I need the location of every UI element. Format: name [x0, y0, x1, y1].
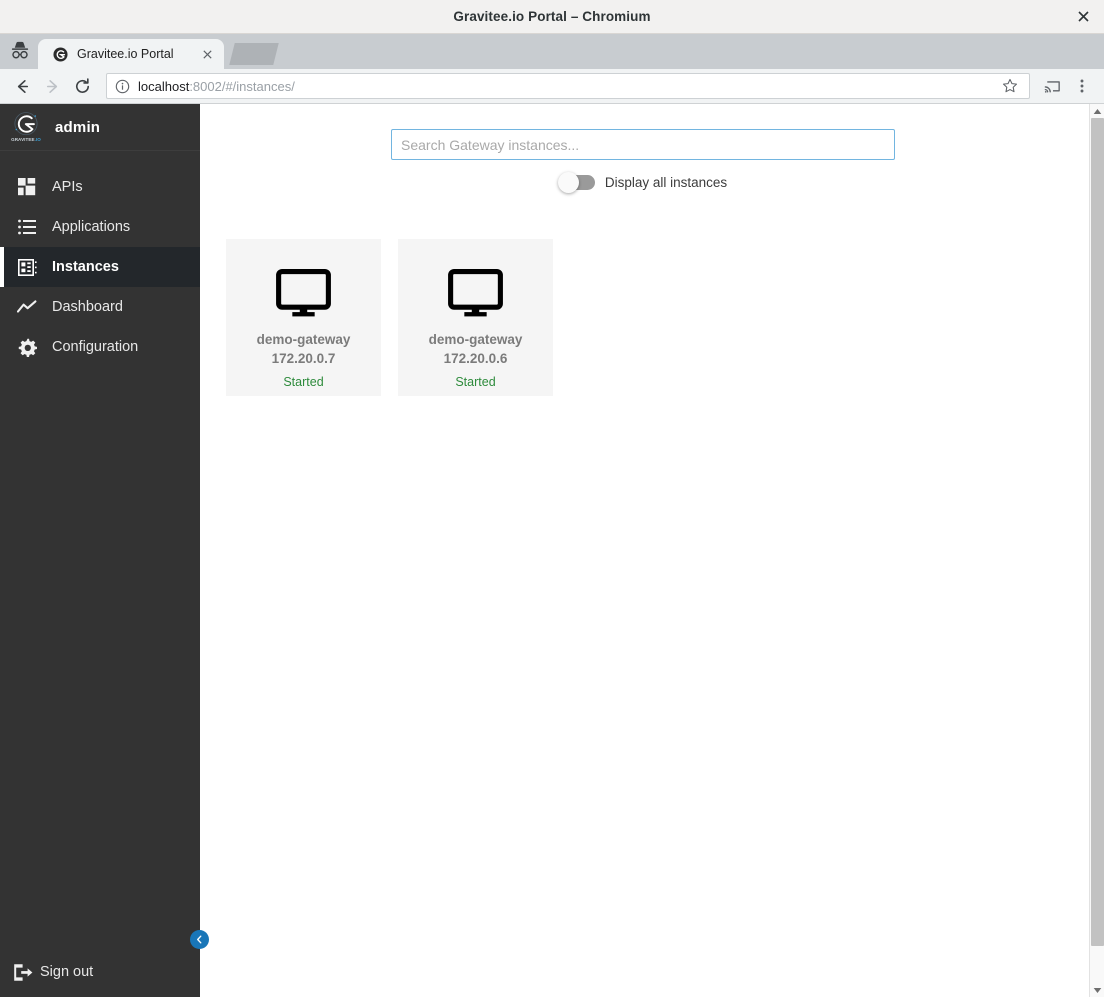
sidebar-item-dashboard[interactable]: Dashboard [0, 287, 200, 327]
back-button[interactable] [8, 72, 36, 100]
main-content: Display all instances demo-gateway 172.2… [200, 104, 1104, 997]
sidebar-item-configuration[interactable]: Configuration [0, 327, 200, 367]
instances-grid: demo-gateway 172.20.0.7 Started demo-gat… [226, 239, 1104, 396]
sidebar-item-label: APIs [52, 179, 83, 195]
sidebar-nav: APIs Applications Instances Dashboard Co… [0, 151, 200, 367]
sidebar-item-label: Instances [52, 259, 119, 275]
instances-panel-icon [16, 256, 38, 278]
chevron-left-icon [197, 935, 202, 944]
page-info-icon[interactable] [115, 79, 130, 94]
current-user-label: admin [55, 118, 101, 136]
instance-ip: 172.20.0.6 [443, 351, 508, 366]
monitor-icon [276, 268, 331, 322]
window-title: Gravitee.io Portal – Chromium [453, 9, 651, 24]
bookmark-star-icon [1002, 78, 1018, 93]
sidebar-item-apis[interactable]: APIs [0, 167, 200, 207]
instance-card[interactable]: demo-gateway 172.20.0.7 Started [226, 239, 381, 396]
reload-icon [75, 77, 89, 93]
gear-icon [16, 336, 38, 358]
logout-icon [12, 961, 34, 983]
three-dot-menu-icon [1080, 79, 1084, 93]
gravitee-favicon [52, 46, 68, 62]
incognito-indicator[interactable] [0, 34, 40, 69]
browser-toolbar: localhost:8002/#/instances/ [0, 69, 1104, 104]
instance-ip: 172.20.0.7 [271, 351, 336, 366]
forward-button[interactable] [38, 72, 66, 100]
display-all-instances-toggle[interactable] [557, 172, 595, 193]
bookmark-button[interactable] [999, 75, 1021, 97]
display-all-instances-label: Display all instances [604, 175, 728, 190]
trending-line-icon [16, 296, 38, 318]
sign-out-button[interactable]: Sign out [0, 961, 200, 997]
cast-button[interactable] [1038, 72, 1066, 100]
search-container [391, 129, 895, 160]
page-scrollbar[interactable] [1089, 104, 1104, 997]
window-close-button[interactable] [1072, 6, 1094, 28]
monitor-icon [448, 268, 503, 322]
url-text: localhost:8002/#/instances/ [138, 79, 991, 94]
page-viewport: GRAVITEE.IO admin APIs Applications Inst… [0, 104, 1104, 997]
instance-card[interactable]: demo-gateway 172.20.0.6 Started [398, 239, 553, 396]
app-sidebar: GRAVITEE.IO admin APIs Applications Inst… [0, 104, 209, 997]
search-input[interactable] [391, 129, 895, 160]
sidebar-item-instances[interactable]: Instances [0, 247, 200, 287]
browser-tabstrip: Gravitee.io Portal [0, 34, 1104, 69]
scroll-up-arrow-icon [1093, 108, 1101, 114]
incognito-hat-icon [11, 41, 29, 58]
sidebar-item-applications[interactable]: Applications [0, 207, 200, 247]
sign-out-label: Sign out [40, 964, 94, 980]
scrollbar-track[interactable] [1090, 118, 1104, 983]
svg-text:GRAVITEE.IO: GRAVITEE.IO [11, 137, 41, 142]
sidebar-item-label: Dashboard [52, 299, 123, 315]
close-icon [202, 49, 212, 59]
address-bar[interactable]: localhost:8002/#/instances/ [106, 73, 1030, 99]
gravitee-logo-icon: GRAVITEE.IO [9, 110, 43, 144]
display-all-toggle-row: Display all instances [391, 172, 895, 193]
sidebar-item-label: Configuration [52, 339, 139, 355]
url-path: :8002/#/instances/ [189, 78, 295, 94]
back-arrow-icon [17, 79, 28, 93]
cast-icon [1044, 80, 1060, 93]
sidebar-item-label: Applications [52, 219, 131, 235]
sidebar-header[interactable]: GRAVITEE.IO admin [0, 104, 200, 151]
browser-tab[interactable]: Gravitee.io Portal [38, 39, 224, 69]
close-icon [1077, 11, 1089, 22]
sidebar-collapse-button[interactable] [190, 930, 209, 949]
list-icon [16, 216, 38, 238]
grid-squares-icon [16, 176, 38, 198]
new-tab-area[interactable] [229, 43, 279, 65]
window-titlebar: Gravitee.io Portal – Chromium [0, 0, 1104, 34]
tab-title: Gravitee.io Portal [77, 47, 174, 61]
status-badge: Started [283, 375, 324, 389]
tab-close-button[interactable] [198, 45, 216, 63]
status-badge: Started [455, 375, 496, 389]
url-host: localhost [138, 78, 190, 94]
instance-name: demo-gateway [428, 332, 523, 347]
instance-name: demo-gateway [256, 332, 351, 347]
scroll-up-button[interactable] [1090, 104, 1104, 118]
reload-button[interactable] [68, 72, 96, 100]
scrollbar-thumb[interactable] [1090, 118, 1104, 946]
browser-menu-button[interactable] [1068, 72, 1096, 100]
forward-arrow-icon [46, 79, 57, 93]
toggle-knob [557, 172, 579, 193]
scroll-down-button[interactable] [1090, 983, 1104, 997]
scroll-down-arrow-icon [1093, 987, 1101, 993]
